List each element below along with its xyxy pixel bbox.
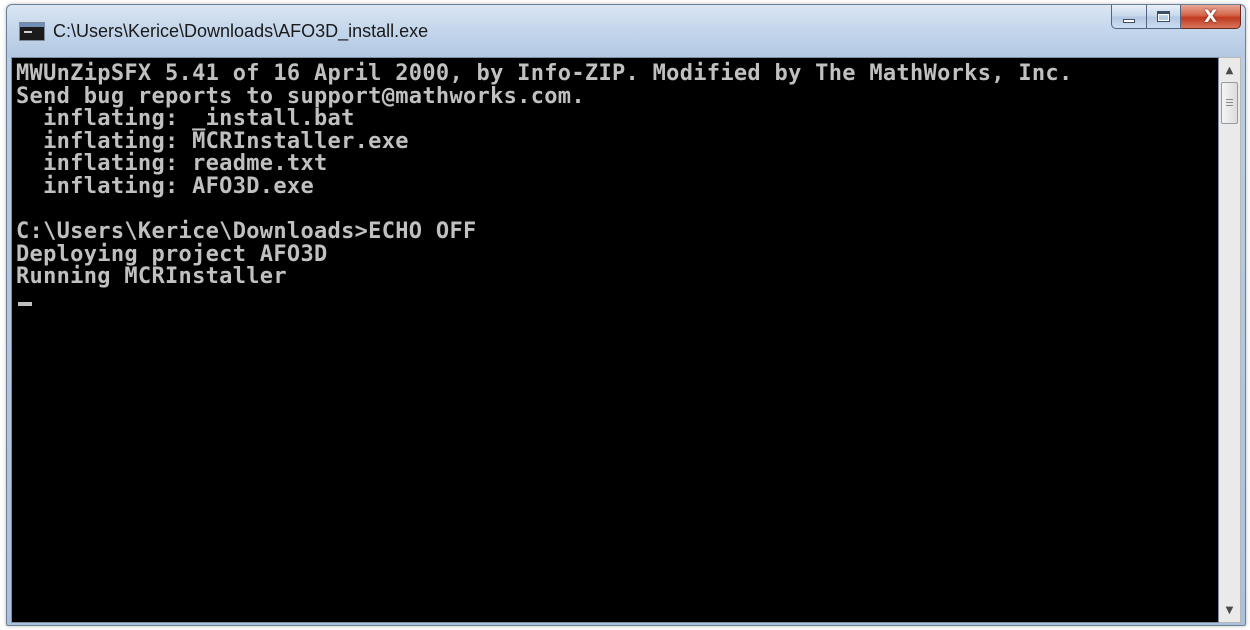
console-output[interactable]: MWUnZipSFX 5.41 of 16 April 2000, by Inf… <box>11 57 1219 623</box>
grip-line <box>1226 105 1233 106</box>
chevron-down-icon: ▼ <box>1225 604 1234 616</box>
minimize-icon <box>1123 18 1135 23</box>
scroll-down-button[interactable]: ▼ <box>1219 600 1240 620</box>
console-line: inflating: AFO3D.exe <box>16 174 314 199</box>
grip-line <box>1226 102 1233 103</box>
scroll-up-button[interactable]: ▲ <box>1219 60 1240 80</box>
text-cursor <box>18 302 32 306</box>
console-line: inflating: MCRInstaller.exe <box>16 128 409 154</box>
title-bar[interactable]: C:\Users\Kerice\Downloads\AFO3D_install.… <box>7 5 1245 57</box>
console-line: C:\Users\Kerice\Downloads>ECHO OFF <box>16 219 477 245</box>
scrollbar-thumb[interactable] <box>1221 82 1238 124</box>
grip-line <box>1226 99 1233 100</box>
close-icon: X <box>1203 6 1218 27</box>
console-line: Send bug reports to support@mathworks.co… <box>16 83 585 109</box>
vertical-scrollbar[interactable]: ▲ ▼ <box>1219 57 1241 623</box>
window-title: C:\Users\Kerice\Downloads\AFO3D_install.… <box>53 21 429 41</box>
console-line: MWUnZipSFX 5.41 of 16 April 2000, by Inf… <box>16 61 1073 86</box>
close-button[interactable]: X <box>1181 5 1241 29</box>
console-app-icon[interactable] <box>19 22 45 41</box>
minimize-button[interactable] <box>1111 5 1147 29</box>
maximize-button[interactable] <box>1147 5 1181 29</box>
console-line: inflating: _install.bat <box>16 106 355 132</box>
console-line: Deploying project AFO3D <box>16 241 328 267</box>
maximize-icon <box>1157 11 1170 22</box>
console-line: inflating: readme.txt <box>16 151 328 177</box>
chevron-up-icon: ▲ <box>1225 64 1234 76</box>
console-window: C:\Users\Kerice\Downloads\AFO3D_install.… <box>6 4 1246 626</box>
console-line: Running MCRInstaller <box>16 264 287 290</box>
window-controls: X <box>1111 5 1241 31</box>
